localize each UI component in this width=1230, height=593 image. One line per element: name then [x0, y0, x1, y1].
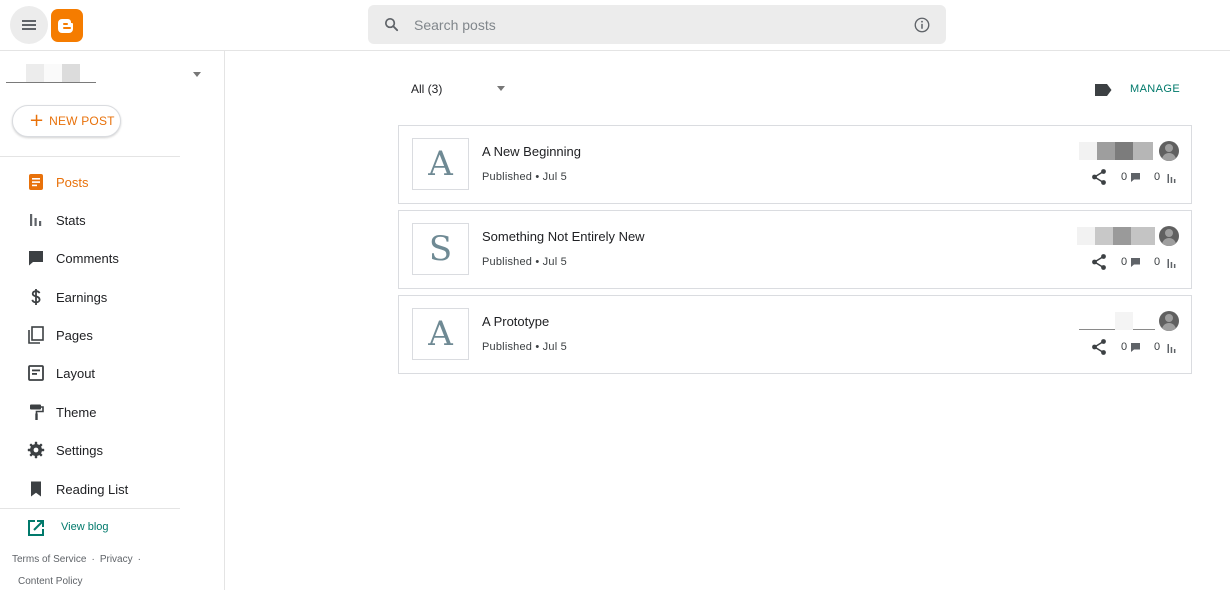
dollar-icon [31, 289, 41, 305]
content-policy-link[interactable]: Content Policy [18, 576, 82, 587]
post-thumbnail: A [412, 138, 469, 190]
stats-icon [1167, 344, 1176, 353]
views-count: 0 [1154, 171, 1161, 183]
post-title[interactable]: A New Beginning [482, 144, 581, 159]
author-avatar [1159, 311, 1179, 331]
post-thumbnail: A [412, 308, 469, 360]
sidebar-item-layout[interactable]: Layout [0, 355, 180, 391]
post-filter-dropdown[interactable]: All (3) [411, 80, 511, 98]
blogger-logo[interactable] [51, 9, 83, 42]
privacy-link[interactable]: Privacy [100, 554, 133, 565]
menu-icon [22, 20, 36, 30]
sidebar-item-label: Posts [56, 174, 89, 190]
blog-selector[interactable] [6, 63, 206, 85]
divider [0, 156, 180, 157]
stats-icon [30, 214, 42, 226]
sidebar-item-pages[interactable]: Pages [0, 317, 180, 353]
comment-icon [29, 251, 43, 266]
search-bar [368, 5, 946, 44]
top-bar [0, 0, 1230, 51]
share-icon[interactable] [1090, 168, 1108, 186]
footer-links: Terms of Service · Privacy · Content Policy [12, 549, 182, 593]
post-title[interactable]: Something Not Entirely New [482, 229, 645, 244]
sidebar-item-label: Comments [56, 250, 119, 266]
post-row[interactable]: A A Prototype Published • Jul 5 0 0 [398, 295, 1192, 374]
posts-icon [29, 174, 43, 190]
layout-icon [28, 365, 44, 381]
view-blog-label: View blog [61, 521, 109, 533]
author-avatar [1159, 141, 1179, 161]
menu-button[interactable] [10, 6, 48, 44]
search-input[interactable] [414, 5, 894, 44]
comment-icon [1131, 343, 1140, 352]
comment-icon [1131, 258, 1140, 267]
views-count: 0 [1154, 256, 1161, 268]
post-status: Published • Jul 5 [482, 256, 567, 268]
stats-icon [1167, 259, 1176, 268]
sidebar-item-comments[interactable]: Comments [0, 240, 180, 276]
search-icon[interactable] [383, 16, 400, 33]
sidebar: + NEW POST Posts Stats Comments Earnings… [0, 51, 225, 590]
divider [0, 508, 180, 509]
paint-roller-icon [30, 404, 44, 420]
sidebar-item-posts[interactable]: Posts [0, 164, 180, 200]
author-name-redacted [1079, 312, 1155, 330]
share-icon[interactable] [1090, 338, 1108, 356]
sidebar-item-label: Layout [56, 365, 96, 381]
sidebar-item-reading-list[interactable]: Reading List [0, 471, 180, 507]
author-name-redacted [1077, 227, 1157, 245]
terms-link[interactable]: Terms of Service [12, 554, 86, 565]
comments-count: 0 [1121, 256, 1128, 268]
separator: · [91, 554, 95, 565]
comments-count: 0 [1121, 341, 1128, 353]
sidebar-item-label: Reading List [56, 481, 129, 497]
view-blog-link[interactable]: View blog [0, 511, 180, 545]
sidebar-item-label: Theme [56, 404, 97, 420]
chevron-down-icon [497, 86, 505, 91]
pages-icon [28, 326, 44, 344]
bookmark-icon [31, 481, 41, 497]
comments-count: 0 [1121, 171, 1128, 183]
filter-label: All (3) [411, 82, 443, 96]
sidebar-item-stats[interactable]: Stats [0, 202, 180, 238]
new-post-button[interactable]: + NEW POST [12, 105, 121, 137]
plus-icon: + [29, 110, 45, 131]
stats-icon [1167, 174, 1176, 183]
author-avatar [1159, 226, 1179, 246]
chevron-down-icon [193, 72, 201, 77]
open-in-new-icon [28, 520, 44, 536]
sidebar-item-label: Stats [56, 212, 86, 228]
sidebar-item-earnings[interactable]: Earnings [0, 279, 180, 315]
author-name-redacted [1079, 142, 1156, 160]
blog-name-redacted [6, 63, 96, 83]
separator: · [137, 554, 141, 565]
label-icon[interactable] [1094, 83, 1112, 97]
post-title[interactable]: A Prototype [482, 314, 549, 329]
views-count: 0 [1154, 341, 1161, 353]
sidebar-item-label: Settings [56, 442, 103, 458]
new-post-label: NEW POST [49, 114, 115, 128]
sidebar-item-theme[interactable]: Theme [0, 394, 180, 430]
post-row[interactable]: S Something Not Entirely New Published •… [398, 210, 1192, 289]
comment-icon [1131, 173, 1140, 182]
gear-icon [27, 441, 45, 459]
post-status: Published • Jul 5 [482, 171, 567, 183]
post-row[interactable]: A A New Beginning Published • Jul 5 0 0 [398, 125, 1192, 204]
info-icon[interactable] [913, 16, 931, 34]
manage-labels-button[interactable]: MANAGE [1130, 83, 1180, 95]
share-icon[interactable] [1090, 253, 1108, 271]
post-status: Published • Jul 5 [482, 341, 567, 353]
sidebar-item-label: Earnings [56, 289, 108, 305]
post-thumbnail: S [412, 223, 469, 275]
sidebar-item-settings[interactable]: Settings [0, 432, 180, 468]
sidebar-item-label: Pages [56, 327, 93, 343]
